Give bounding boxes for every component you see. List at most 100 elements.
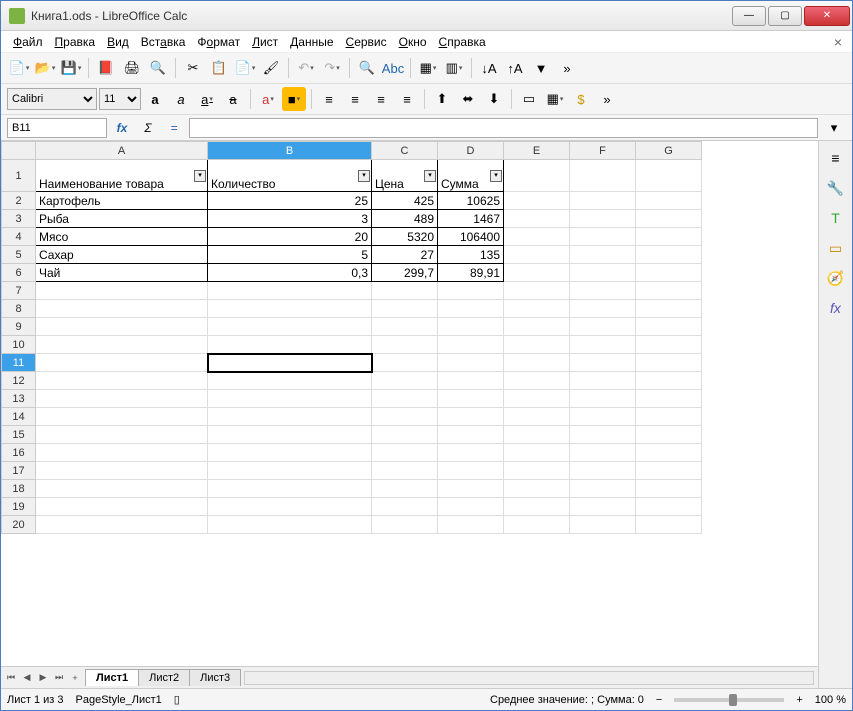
cell[interactable]: [570, 192, 636, 210]
cell[interactable]: [570, 300, 636, 318]
menu-sheet[interactable]: Лист: [246, 33, 284, 51]
cell[interactable]: [570, 498, 636, 516]
cell[interactable]: [438, 516, 504, 534]
cell[interactable]: [438, 354, 504, 372]
filter-button-icon[interactable]: ▾: [358, 170, 370, 182]
cell[interactable]: [372, 282, 438, 300]
highlight-icon[interactable]: ■▾: [282, 87, 306, 111]
cell[interactable]: [372, 390, 438, 408]
cell[interactable]: Картофель: [36, 192, 208, 210]
find-icon[interactable]: 🔍: [355, 56, 379, 80]
cell[interactable]: 106400: [438, 228, 504, 246]
tab-first-icon[interactable]: ⏮: [3, 670, 19, 686]
cell[interactable]: [372, 372, 438, 390]
cell[interactable]: Цена▾: [372, 160, 438, 192]
sheet-tab[interactable]: Лист1: [85, 669, 139, 686]
cell[interactable]: [372, 300, 438, 318]
cell[interactable]: 489: [372, 210, 438, 228]
cell[interactable]: [504, 516, 570, 534]
cell[interactable]: [570, 264, 636, 282]
close-document-icon[interactable]: ×: [830, 34, 846, 50]
sort-asc-icon[interactable]: ↓A: [477, 56, 501, 80]
properties-icon[interactable]: 🔧: [825, 177, 847, 199]
cell[interactable]: [636, 426, 702, 444]
cell[interactable]: [636, 444, 702, 462]
select-all-corner[interactable]: [2, 142, 36, 160]
row-icon[interactable]: ▦▾: [416, 56, 440, 80]
row-header[interactable]: 1: [2, 160, 36, 192]
cell[interactable]: [208, 390, 372, 408]
cell[interactable]: 5: [208, 246, 372, 264]
row-header[interactable]: 12: [2, 372, 36, 390]
cell[interactable]: 0,3: [208, 264, 372, 282]
underline-icon[interactable]: a▾: [195, 87, 219, 111]
cell[interactable]: [438, 498, 504, 516]
cell[interactable]: [36, 462, 208, 480]
cell[interactable]: [504, 192, 570, 210]
row-header[interactable]: 11: [2, 354, 36, 372]
merge-cells-icon[interactable]: ▭: [517, 87, 541, 111]
redo-icon[interactable]: ↷▾: [320, 56, 344, 80]
cell[interactable]: [570, 210, 636, 228]
cell[interactable]: [570, 372, 636, 390]
cell[interactable]: [372, 408, 438, 426]
gallery-icon[interactable]: ▭: [825, 237, 847, 259]
spellcheck-icon[interactable]: Abc: [381, 56, 405, 80]
cell[interactable]: [504, 336, 570, 354]
cell[interactable]: [504, 444, 570, 462]
row-header[interactable]: 16: [2, 444, 36, 462]
menu-view[interactable]: Вид: [101, 33, 135, 51]
cut-icon[interactable]: ✂: [181, 56, 205, 80]
cell[interactable]: [208, 336, 372, 354]
tab-next-icon[interactable]: ▶: [35, 670, 51, 686]
cell[interactable]: [504, 210, 570, 228]
filter-button-icon[interactable]: ▾: [194, 170, 206, 182]
cell[interactable]: [570, 480, 636, 498]
col-header-a[interactable]: A: [36, 142, 208, 160]
cell[interactable]: 5320: [372, 228, 438, 246]
tab-prev-icon[interactable]: ◀: [19, 670, 35, 686]
borders-icon[interactable]: ▦▾: [543, 87, 567, 111]
cell[interactable]: [208, 426, 372, 444]
cell[interactable]: [438, 390, 504, 408]
cell[interactable]: [570, 160, 636, 192]
cell[interactable]: [636, 354, 702, 372]
navigator-icon[interactable]: 🧭: [825, 267, 847, 289]
cell[interactable]: Сахар: [36, 246, 208, 264]
cell[interactable]: [636, 282, 702, 300]
zoom-level[interactable]: 100 %: [815, 694, 846, 706]
cell[interactable]: [438, 426, 504, 444]
autofilter-icon[interactable]: ▼: [529, 56, 553, 80]
zoom-in-icon[interactable]: +: [796, 694, 802, 706]
cell[interactable]: [504, 354, 570, 372]
cell[interactable]: [636, 498, 702, 516]
cell[interactable]: [36, 300, 208, 318]
close-button[interactable]: ✕: [804, 6, 850, 26]
cell[interactable]: [208, 516, 372, 534]
status-pagestyle[interactable]: PageStyle_Лист1: [76, 694, 162, 706]
cell[interactable]: [636, 160, 702, 192]
cell[interactable]: [36, 480, 208, 498]
menu-tools[interactable]: Сервис: [340, 33, 393, 51]
menu-window[interactable]: Окно: [393, 33, 433, 51]
cell[interactable]: [208, 480, 372, 498]
cell[interactable]: [438, 372, 504, 390]
cell[interactable]: [504, 318, 570, 336]
cell[interactable]: [36, 426, 208, 444]
cell[interactable]: Рыба: [36, 210, 208, 228]
print-icon[interactable]: 🖨: [120, 56, 144, 80]
sum-icon[interactable]: Σ: [137, 118, 159, 138]
row-header[interactable]: 2: [2, 192, 36, 210]
cell[interactable]: [570, 390, 636, 408]
cell[interactable]: [504, 264, 570, 282]
horizontal-scrollbar[interactable]: [244, 671, 814, 685]
cell[interactable]: [636, 516, 702, 534]
cell[interactable]: [36, 516, 208, 534]
col-header-e[interactable]: E: [504, 142, 570, 160]
align-right-icon[interactable]: ≡: [369, 87, 393, 111]
cell[interactable]: [208, 498, 372, 516]
cell[interactable]: [504, 372, 570, 390]
cell[interactable]: [438, 408, 504, 426]
cell[interactable]: Мясо: [36, 228, 208, 246]
cell[interactable]: [636, 462, 702, 480]
